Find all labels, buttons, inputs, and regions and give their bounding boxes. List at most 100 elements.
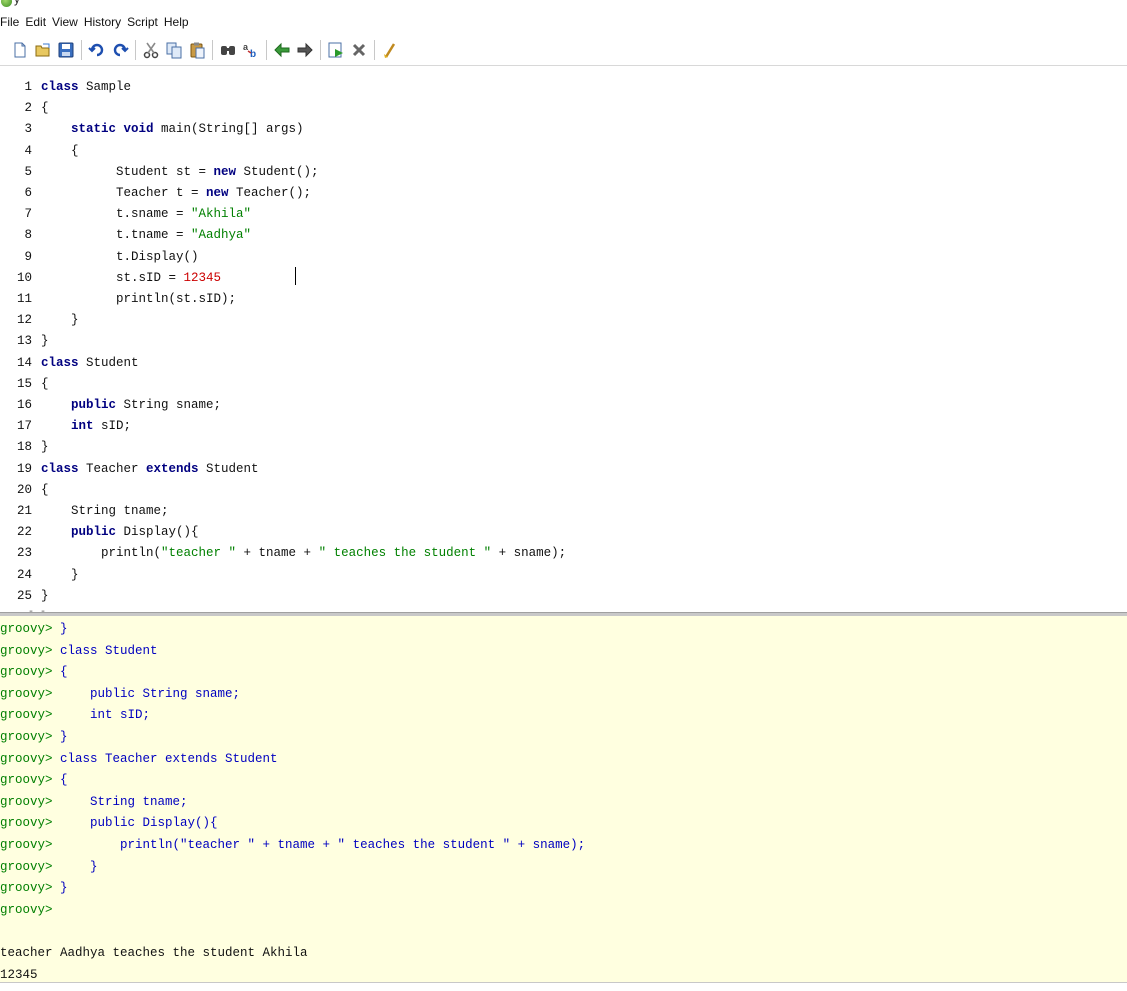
code-token: sID; bbox=[93, 419, 132, 434]
console-output-line: teacher Aadhya teaches the student Akhil… bbox=[0, 946, 308, 960]
editor-line[interactable]: 5 Student st = new Student(); bbox=[0, 162, 319, 182]
console-prompt: groovy> bbox=[0, 773, 53, 788]
undo-button[interactable] bbox=[87, 40, 107, 60]
toolbar-separator bbox=[212, 39, 213, 60]
code-token: st.sID = bbox=[41, 270, 184, 285]
code-token: Student(); bbox=[236, 164, 319, 179]
console-prompt: groovy> bbox=[0, 643, 53, 658]
editor-line[interactable]: 1 class Sample bbox=[0, 77, 131, 97]
replace-button[interactable]: ab bbox=[241, 40, 261, 60]
menu-edit[interactable]: Edit bbox=[25, 15, 50, 29]
editor-line[interactable]: 6 Teacher t = new Teacher(); bbox=[0, 183, 311, 203]
open-file-button[interactable] bbox=[33, 40, 53, 60]
line-number: 18 bbox=[16, 440, 32, 455]
editor-line[interactable]: 24 } bbox=[0, 565, 79, 585]
line-number: 3 bbox=[24, 122, 32, 137]
code-token: Student st = bbox=[41, 164, 214, 179]
line-number: 5 bbox=[24, 164, 32, 179]
toolbar-separator bbox=[320, 39, 321, 60]
groovy-console-app-icon bbox=[1, 0, 12, 7]
redo-button[interactable] bbox=[110, 40, 130, 60]
code-token: + tname + bbox=[236, 546, 319, 561]
editor-line[interactable]: 20 { bbox=[0, 480, 49, 500]
redo-icon bbox=[113, 43, 129, 56]
console-prompt: groovy> bbox=[0, 665, 53, 680]
menu-script[interactable]: Script bbox=[127, 15, 162, 29]
menu-history[interactable]: History bbox=[84, 15, 125, 29]
script-editor[interactable]: - - 1class Sample2{3 static void main(St… bbox=[0, 67, 1127, 612]
console-input-line: groovy> int sID; bbox=[0, 704, 150, 726]
editor-line[interactable]: 25} bbox=[0, 586, 49, 606]
console-prompt: groovy> bbox=[0, 730, 53, 744]
string-token: "Akhila" bbox=[191, 207, 252, 222]
editor-line[interactable]: 16 public String sname; bbox=[0, 395, 221, 415]
cut-button[interactable] bbox=[141, 40, 161, 60]
line-number: 7 bbox=[24, 207, 32, 222]
console-input-line: groovy> println("teacher " + tname + " t… bbox=[0, 834, 585, 856]
new-file-button[interactable] bbox=[10, 40, 30, 60]
paste-button[interactable] bbox=[187, 40, 207, 60]
history-next-button[interactable] bbox=[295, 40, 315, 60]
code-token: Student bbox=[198, 461, 259, 476]
editor-line[interactable]: 8 t.tname = "Aadhya" bbox=[0, 225, 251, 245]
line-number: 12 bbox=[16, 313, 32, 328]
code-token: t.Display() bbox=[41, 249, 199, 264]
replace-icon: ab bbox=[243, 42, 256, 59]
editor-line[interactable]: 13} bbox=[0, 331, 49, 351]
editor-line[interactable]: 17 int sID; bbox=[0, 416, 131, 436]
editor-line[interactable]: 21 String tname; bbox=[0, 501, 169, 521]
editor-line[interactable]: 23 println("teacher " + tname + " teache… bbox=[0, 543, 566, 563]
editor-line[interactable]: 2{ bbox=[0, 98, 48, 118]
code-token: t.sname = bbox=[41, 207, 192, 222]
paste-icon bbox=[190, 42, 205, 58]
console-prompt: groovy> bbox=[0, 686, 53, 701]
find-button[interactable] bbox=[218, 40, 238, 60]
console-echo-text: } bbox=[52, 622, 68, 636]
editor-line[interactable]: 3 static void main(String[] args) bbox=[0, 119, 303, 139]
editor-line[interactable]: 11 println(st.sID); bbox=[0, 289, 236, 309]
code-token: String sname; bbox=[116, 398, 222, 412]
code-token: Teacher(); bbox=[228, 186, 312, 200]
editor-line[interactable]: 18} bbox=[0, 437, 49, 457]
console-prompt: groovy> bbox=[0, 751, 53, 766]
editor-line[interactable]: 12 } bbox=[0, 310, 79, 330]
code-token: println( bbox=[41, 546, 162, 561]
editor-line[interactable]: 7 t.sname = "Akhila" bbox=[0, 204, 251, 224]
menu-bar: File Edit View History Script Help bbox=[0, 10, 1127, 34]
line-number: 9 bbox=[24, 249, 32, 264]
save-button[interactable] bbox=[56, 40, 76, 60]
open-file-icon bbox=[35, 43, 50, 56]
copy-button[interactable] bbox=[164, 40, 184, 60]
editor-line[interactable]: 9 t.Display() bbox=[0, 247, 199, 267]
menu-view[interactable]: View bbox=[52, 15, 82, 29]
console-echo-text: public Display(){ bbox=[52, 816, 218, 831]
console-echo-text: public String sname; bbox=[52, 686, 241, 701]
console-echo-text: } bbox=[52, 881, 68, 896]
interrupt-button[interactable] bbox=[349, 40, 369, 60]
toolbar-separator bbox=[135, 39, 136, 60]
clear-output-button[interactable] bbox=[380, 40, 400, 60]
code-token: String tname; bbox=[41, 504, 169, 518]
history-previous-icon bbox=[274, 42, 290, 57]
line-number: 19 bbox=[16, 461, 32, 476]
svg-text:a: a bbox=[243, 42, 249, 52]
editor-line[interactable]: 14 class Student bbox=[0, 353, 139, 373]
console-echo-text: } bbox=[52, 730, 68, 744]
editor-line[interactable]: 15 { bbox=[0, 374, 49, 394]
code-token: } bbox=[41, 588, 49, 603]
menu-file[interactable]: File bbox=[0, 15, 23, 29]
run-script-icon bbox=[328, 42, 343, 57]
code-token: Display(){ bbox=[116, 525, 199, 540]
console-prompt: groovy> bbox=[0, 838, 53, 852]
text-caret bbox=[295, 267, 296, 285]
editor-line[interactable]: 22 public Display(){ bbox=[0, 522, 199, 542]
menu-help[interactable]: Help bbox=[164, 15, 193, 29]
editor-line[interactable]: 10 st.sID = 12345 bbox=[0, 268, 221, 288]
history-previous-button[interactable] bbox=[272, 40, 292, 60]
run-script-button[interactable] bbox=[326, 40, 346, 60]
interrupt-icon bbox=[352, 43, 366, 56]
editor-line[interactable]: 4 { bbox=[0, 141, 78, 161]
editor-line[interactable]: 19 class Teacher extends Student bbox=[0, 459, 259, 479]
